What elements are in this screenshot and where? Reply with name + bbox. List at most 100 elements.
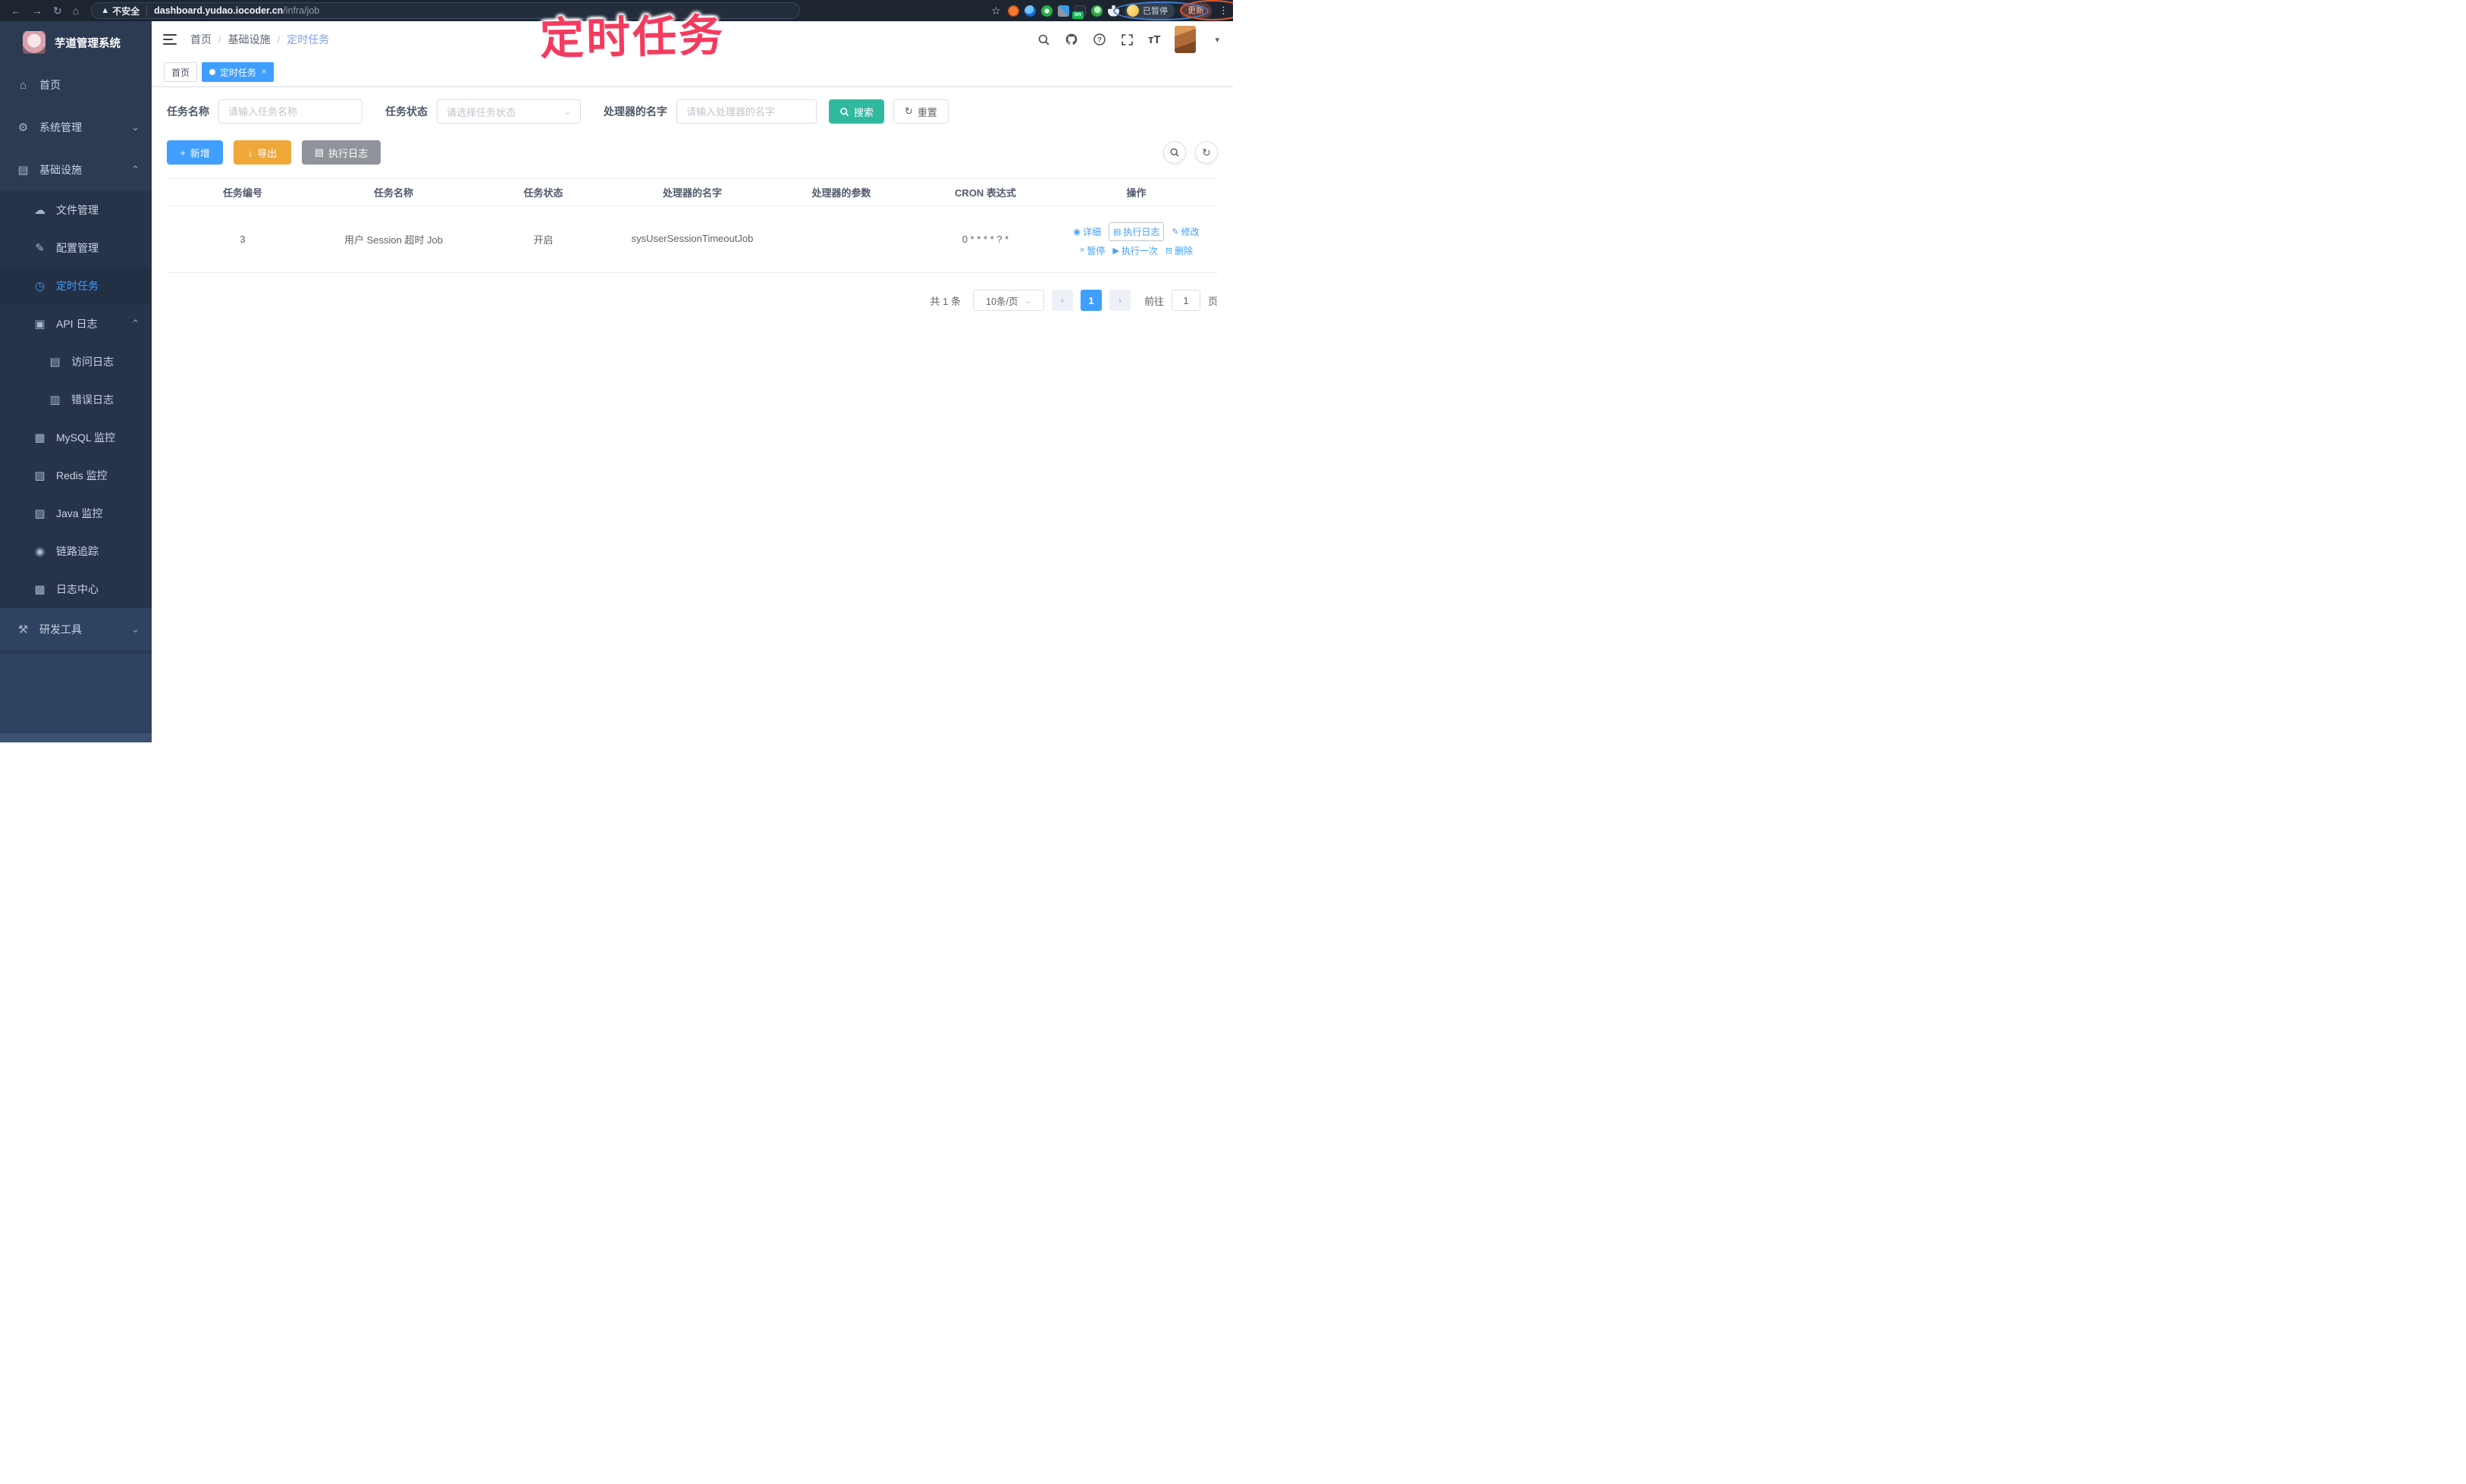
prev-page-button[interactable]: ‹ bbox=[1051, 290, 1073, 311]
delete-link[interactable]: ⊟ 删除 bbox=[1166, 244, 1193, 257]
execution-log-link[interactable]: ▤ 执行日志 bbox=[1108, 221, 1165, 241]
sidebar-item-file-management[interactable]: ☁ 文件管理 bbox=[0, 191, 152, 229]
browser-extensions-area: ☆ on 已暂停 更新 ⋮ bbox=[991, 0, 1228, 21]
help-icon[interactable]: ? bbox=[1093, 33, 1106, 46]
bookmark-star-icon[interactable]: ☆ bbox=[991, 5, 1002, 17]
eye-icon: ◉ bbox=[34, 545, 45, 558]
job-name-input[interactable] bbox=[218, 99, 362, 124]
sidebar-item-home[interactable]: ⌂ 首页 bbox=[0, 64, 152, 106]
github-icon[interactable] bbox=[1065, 33, 1078, 46]
sidebar-item-mysql-monitor[interactable]: ▦ MySQL 监控 bbox=[0, 419, 152, 456]
sidebar-item-api-logs[interactable]: ▣ API 日志 ⌃ bbox=[0, 305, 152, 343]
tab-home[interactable]: 首页 bbox=[164, 62, 198, 82]
page-1-button[interactable]: 1 bbox=[1080, 290, 1102, 311]
redis-icon: ▧ bbox=[34, 469, 45, 482]
sidebar-item-log-center[interactable]: ▩ 日志中心 bbox=[0, 570, 152, 608]
sidebar-item-java-monitor[interactable]: ▨ Java 监控 bbox=[0, 494, 152, 532]
extension-switch-icon[interactable]: on bbox=[1072, 5, 1086, 19]
table-row: 3 用户 Session 超时 Job 开启 sysUserSessionTim… bbox=[167, 206, 1218, 273]
api-log-icon: ▣ bbox=[34, 318, 45, 331]
sidebar-item-dev-tools[interactable]: ⚒ 研发工具 ⌄ bbox=[0, 608, 152, 651]
browser-profile-chip[interactable]: 已暂停 bbox=[1125, 2, 1175, 19]
col-handler-name: 处理器的名字 bbox=[618, 178, 767, 206]
sidebar-item-tracing[interactable]: ◉ 链路追踪 bbox=[0, 532, 152, 570]
caret-down-icon[interactable]: ▾ bbox=[1215, 35, 1219, 45]
sidebar-filler bbox=[0, 654, 152, 733]
browser-forward-icon[interactable]: → bbox=[32, 0, 42, 21]
detail-link[interactable]: ◉ 详细 bbox=[1073, 225, 1101, 238]
extension-leaf-icon[interactable] bbox=[1091, 5, 1103, 17]
sidebar-item-config-management[interactable]: ✎ 配置管理 bbox=[0, 229, 152, 267]
tab-scheduled-tasks[interactable]: 定时任务 × bbox=[202, 62, 275, 82]
refresh-table-button[interactable]: ↻ bbox=[1195, 141, 1218, 164]
search-button[interactable]: 搜索 bbox=[829, 99, 885, 124]
edit-icon: ✎ bbox=[35, 242, 45, 255]
cell-job-status: 开启 bbox=[469, 206, 618, 273]
user-avatar[interactable] bbox=[1175, 26, 1197, 53]
cell-job-id: 3 bbox=[167, 206, 318, 273]
page-size-select[interactable]: 10条/页 ⌄ bbox=[972, 290, 1044, 311]
sidebar-item-scheduled-tasks[interactable]: ◷ 定时任务 bbox=[0, 267, 152, 305]
filter-form: 任务名称 任务状态 请选择任务状态 ⌄ 处理器的名字 搜索 ↻ 重置 bbox=[167, 99, 1218, 124]
pencil-icon: ✎ bbox=[1172, 227, 1179, 237]
browser-back-icon[interactable]: ← bbox=[11, 0, 21, 21]
extension-grid-icon[interactable] bbox=[1058, 5, 1069, 17]
table-header-row: 任务编号 任务名称 任务状态 处理器的名字 处理器的参数 CRON 表达式 操作 bbox=[167, 178, 1218, 206]
profile-avatar bbox=[1127, 5, 1139, 17]
sidebar-item-infrastructure[interactable]: ▤ 基础设施 ⌃ bbox=[0, 149, 152, 191]
url-host: dashboard.yudao.iocoder.cn bbox=[154, 5, 284, 16]
extension-on-badge: on bbox=[1072, 11, 1084, 19]
browser-home-icon[interactable]: ⌂ bbox=[73, 0, 79, 21]
sidebar-item-error-logs[interactable]: ▥ 错误日志 bbox=[0, 381, 152, 419]
breadcrumb-separator: / bbox=[277, 33, 281, 45]
edit-link[interactable]: ✎ 修改 bbox=[1172, 225, 1199, 238]
close-icon[interactable]: × bbox=[262, 67, 266, 77]
extension-green-check-icon[interactable] bbox=[1041, 5, 1053, 17]
goto-page-input[interactable] bbox=[1171, 290, 1200, 311]
access-log-icon: ▤ bbox=[49, 356, 61, 369]
browser-reload-icon[interactable]: ↻ bbox=[53, 0, 62, 21]
breadcrumb-home[interactable]: 首页 bbox=[190, 32, 212, 47]
browser-menu-icon[interactable]: ⋮ bbox=[1219, 5, 1228, 17]
col-job-id: 任务编号 bbox=[167, 178, 318, 206]
run-once-link[interactable]: ▶ 执行一次 bbox=[1112, 244, 1157, 257]
breadcrumb-infrastructure[interactable]: 基础设施 bbox=[228, 32, 271, 47]
sidebar-item-redis-monitor[interactable]: ▧ Redis 监控 bbox=[0, 456, 152, 494]
extension-orange-icon[interactable] bbox=[1008, 5, 1019, 17]
page: ← → ↻ ⌂ ▲ 不安全 dashboard.yudao.iocoder.cn… bbox=[0, 0, 1233, 742]
next-page-button[interactable]: › bbox=[1109, 290, 1131, 311]
pause-link[interactable]: × 暂停 bbox=[1080, 244, 1105, 257]
chevron-up-icon: ⌃ bbox=[131, 164, 140, 175]
cell-handler-name: sysUserSessionTimeoutJob bbox=[618, 206, 767, 273]
cell-job-name: 用户 Session 超时 Job bbox=[318, 206, 469, 273]
job-name-label: 任务名称 bbox=[167, 105, 209, 118]
trash-icon: ⊟ bbox=[1165, 246, 1173, 256]
sidebar-item-system-management[interactable]: ⚙ 系统管理 ⌄ bbox=[0, 106, 152, 149]
browser-update-button[interactable]: 更新 bbox=[1180, 3, 1212, 18]
list-icon: ▤ bbox=[1112, 227, 1122, 237]
reset-button[interactable]: ↻ 重置 bbox=[893, 99, 949, 124]
main-area: 首页 / 基础设施 / 定时任务 ? ᴛT ▾ 首页 定时任务 × 任务名称 请… bbox=[152, 21, 1233, 742]
extension-blue-icon[interactable] bbox=[1024, 5, 1036, 17]
goto-label: 前往 bbox=[1144, 295, 1164, 307]
execution-log-button[interactable]: ▤ 执行日志 bbox=[302, 140, 381, 165]
home-icon: ⌂ bbox=[19, 78, 27, 92]
job-status-select[interactable]: 请选择任务状态 ⌄ bbox=[437, 99, 581, 124]
add-button[interactable]: + 新增 bbox=[167, 140, 223, 165]
search-icon[interactable] bbox=[1037, 33, 1050, 46]
svg-text:?: ? bbox=[1097, 36, 1102, 44]
font-size-icon[interactable]: ᴛT bbox=[1148, 33, 1161, 46]
sidebar-collapse-icon[interactable] bbox=[163, 34, 177, 45]
col-cron: CRON 表达式 bbox=[916, 178, 1055, 206]
infrastructure-submenu: ☁ 文件管理 ✎ 配置管理 ◷ 定时任务 ▣ API 日志 ⌃ ▤ 访问日志 ▥ bbox=[0, 191, 152, 608]
export-button[interactable]: ↓ 导出 bbox=[234, 140, 291, 165]
handler-name-input[interactable] bbox=[676, 99, 817, 124]
app-logo-row[interactable]: 芋道管理系统 bbox=[0, 21, 152, 64]
toggle-search-button[interactable] bbox=[1163, 141, 1186, 164]
handwritten-annotation: 定时任务 bbox=[539, 11, 726, 64]
security-label[interactable]: 不安全 bbox=[112, 5, 140, 17]
col-handler-param: 处理器的参数 bbox=[767, 178, 916, 206]
fullscreen-icon[interactable] bbox=[1121, 33, 1134, 46]
sidebar-item-access-logs[interactable]: ▤ 访问日志 bbox=[0, 343, 152, 381]
puzzle-icon[interactable] bbox=[1108, 5, 1119, 17]
